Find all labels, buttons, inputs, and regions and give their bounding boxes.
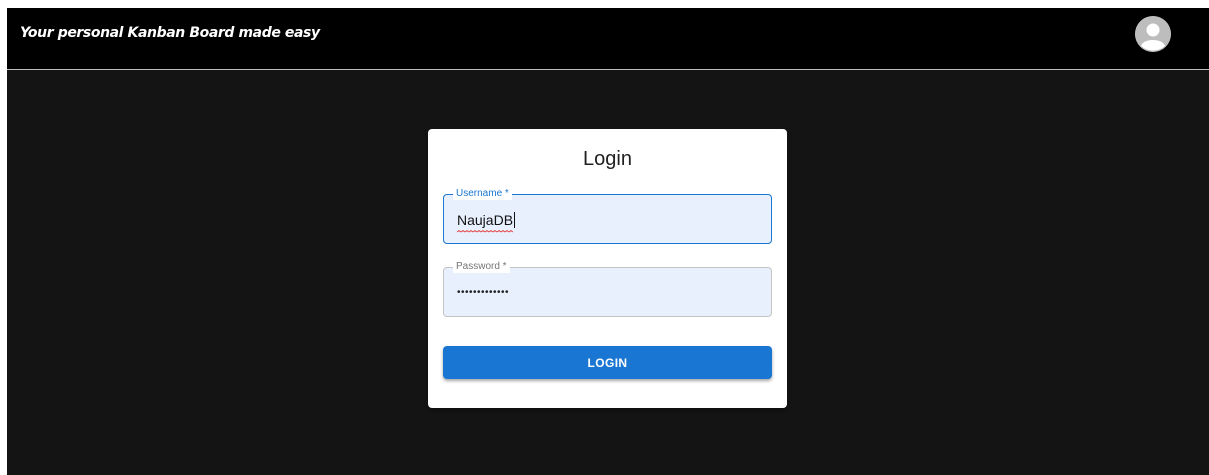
- login-card: Login Username * NaujaDB Password * ••••…: [428, 129, 787, 408]
- brand-tagline: Your personal Kanban Board made easy: [20, 25, 320, 41]
- password-label: Password *: [453, 261, 510, 273]
- text-caret: [514, 212, 516, 228]
- username-label: Username *: [453, 188, 512, 200]
- spellcheck-underline: [457, 230, 513, 233]
- username-field[interactable]: Username * NaujaDB: [443, 188, 772, 244]
- password-input[interactable]: •••••••••••••: [457, 287, 509, 298]
- account-avatar-icon[interactable]: [1135, 16, 1171, 52]
- password-field[interactable]: Password * •••••••••••••: [443, 261, 772, 317]
- login-title: Login: [583, 148, 632, 170]
- app-window: Your personal Kanban Board made easy Log…: [7, 8, 1209, 475]
- top-bar: Your personal Kanban Board made easy: [7, 8, 1209, 70]
- username-value: NaujaDB: [457, 212, 514, 228]
- username-input[interactable]: NaujaDB: [457, 212, 516, 228]
- login-button[interactable]: LOGIN: [443, 346, 772, 379]
